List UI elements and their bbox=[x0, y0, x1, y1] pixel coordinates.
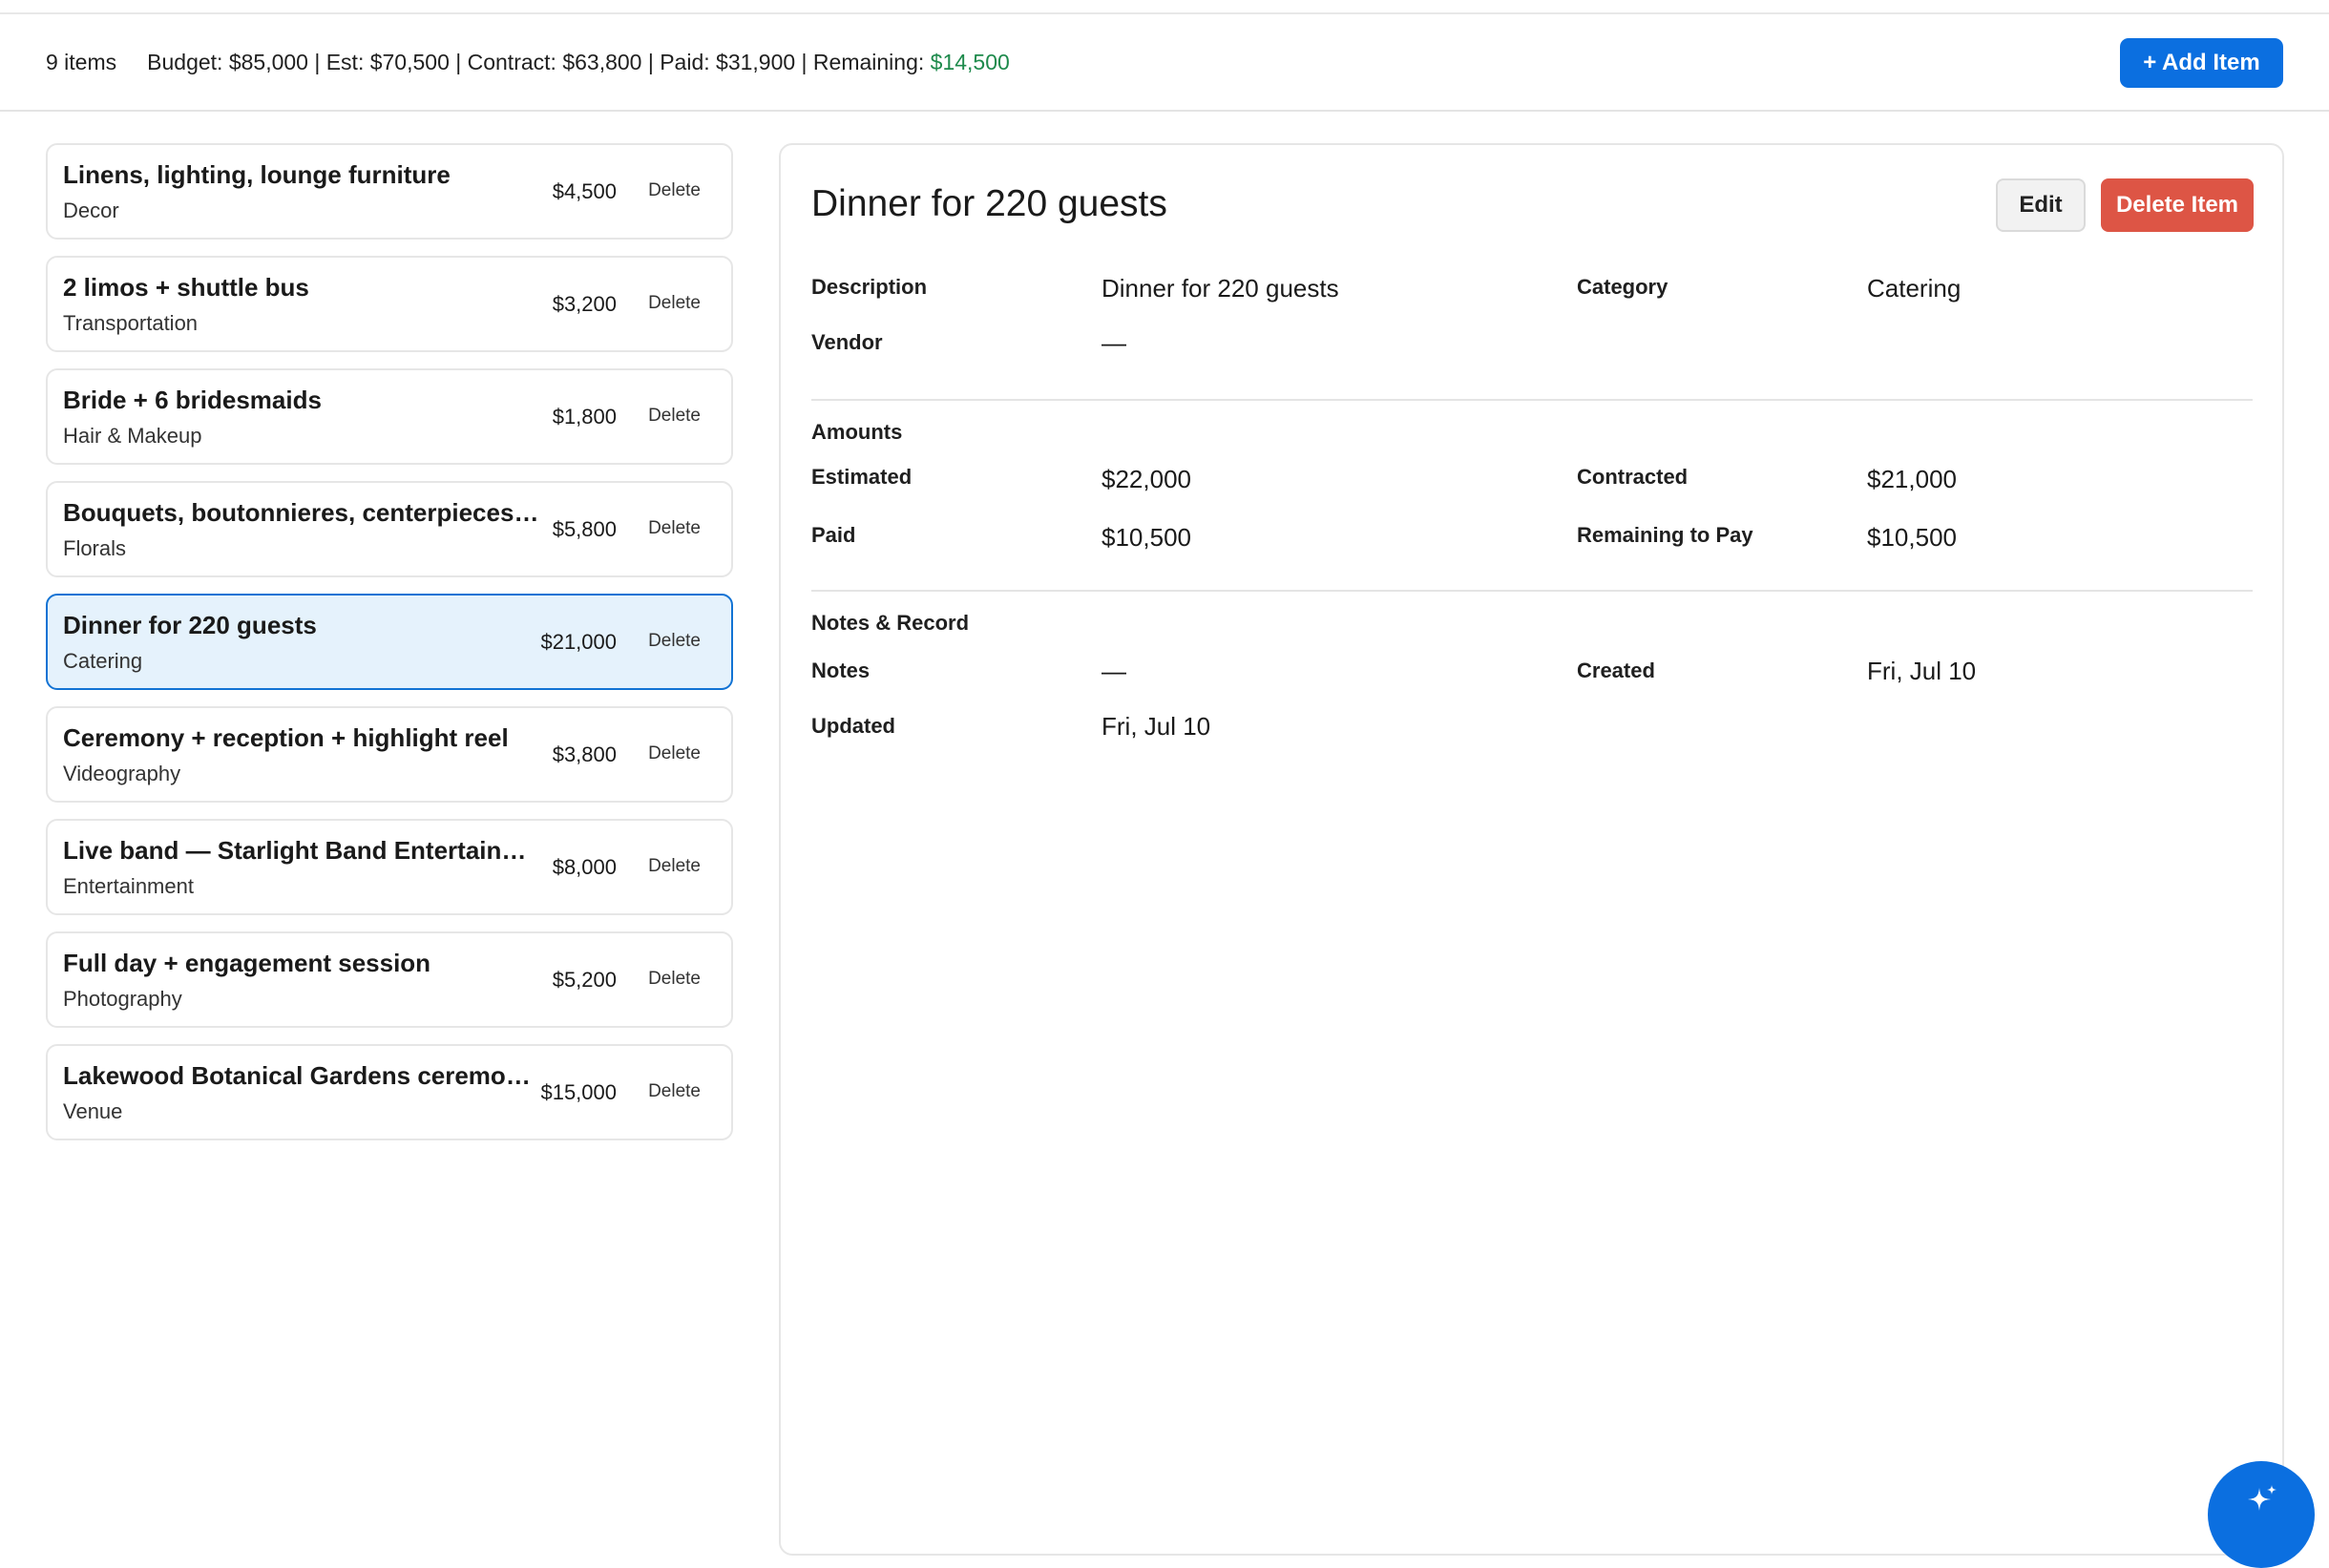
estimated-label: Estimated bbox=[811, 465, 913, 489]
contracted-value: $21,000 bbox=[1867, 465, 1957, 493]
sparkle-icon bbox=[2248, 1485, 2277, 1511]
estimated-value: $22,000 bbox=[1102, 465, 1191, 493]
section-divider bbox=[811, 590, 2253, 592]
list-item[interactable]: Bouquets, boutonnieres, centerpieces, a.… bbox=[46, 481, 733, 577]
section-divider bbox=[811, 399, 2253, 401]
list-item[interactable]: 2 limos + shuttle bus Transportation $3,… bbox=[46, 256, 733, 352]
top-divider bbox=[0, 0, 2329, 14]
detail-title: Dinner for 220 guests bbox=[811, 183, 1167, 224]
list-item[interactable]: Lakewood Botanical Gardens ceremony... V… bbox=[46, 1044, 733, 1140]
paid-value: $10,500 bbox=[1102, 523, 1191, 552]
item-title: 2 limos + shuttle bus bbox=[63, 273, 309, 302]
add-item-button[interactable]: + Add Item bbox=[2120, 38, 2283, 88]
delete-link[interactable]: Delete bbox=[648, 856, 701, 877]
notes-record-heading: Notes & Record bbox=[811, 611, 970, 635]
item-amount: $8,000 bbox=[552, 855, 617, 879]
description-label: Description bbox=[811, 275, 928, 299]
summary-bar: 9 items Budget: $85,000 | Est: $70,500 |… bbox=[0, 14, 2329, 112]
item-title: Lakewood Botanical Gardens ceremony... bbox=[63, 1061, 540, 1090]
edit-button[interactable]: Edit bbox=[1996, 178, 2086, 232]
delete-link[interactable]: Delete bbox=[648, 518, 701, 539]
category-value: Catering bbox=[1867, 274, 1962, 303]
item-category: Entertainment bbox=[63, 874, 194, 898]
item-amount: $3,800 bbox=[552, 742, 617, 766]
category-label: Category bbox=[1577, 275, 1668, 299]
notes-value: — bbox=[1102, 657, 1126, 685]
delete-link[interactable]: Delete bbox=[648, 1081, 701, 1102]
item-title: Linens, lighting, lounge furniture bbox=[63, 160, 451, 189]
item-category: Florals bbox=[63, 536, 127, 560]
item-category: Venue bbox=[63, 1099, 123, 1123]
remaining-value: $10,500 bbox=[1867, 523, 1957, 552]
item-detail-panel: Dinner for 220 guests Edit Delete Item D… bbox=[779, 143, 2284, 1556]
budget-item-list: Linens, lighting, lounge furniture Decor… bbox=[46, 143, 733, 1157]
remaining-total: $14,500 bbox=[930, 49, 1010, 74]
list-item[interactable]: Bride + 6 bridesmaids Hair & Makeup $1,8… bbox=[46, 368, 733, 465]
item-title: Bouquets, boutonnieres, centerpieces, a.… bbox=[63, 498, 540, 527]
amounts-heading: Amounts bbox=[811, 420, 903, 444]
description-value: Dinner for 220 guests bbox=[1102, 274, 1339, 303]
item-category: Hair & Makeup bbox=[63, 424, 202, 448]
item-amount: $4,500 bbox=[552, 179, 617, 203]
notes-label: Notes bbox=[811, 659, 871, 682]
item-category: Decor bbox=[63, 199, 119, 222]
paid-label: Paid bbox=[811, 523, 856, 547]
item-category: Videography bbox=[63, 762, 181, 785]
delete-link[interactable]: Delete bbox=[648, 406, 701, 427]
delete-item-button[interactable]: Delete Item bbox=[2101, 178, 2254, 232]
list-item[interactable]: Linens, lighting, lounge furniture Decor… bbox=[46, 143, 733, 240]
updated-value: Fri, Jul 10 bbox=[1102, 712, 1211, 741]
delete-link[interactable]: Delete bbox=[648, 969, 701, 990]
item-amount: $15,000 bbox=[540, 1080, 617, 1104]
item-category: Catering bbox=[63, 649, 143, 673]
delete-link[interactable]: Delete bbox=[648, 743, 701, 764]
updated-label: Updated bbox=[811, 714, 895, 738]
assistant-fab-button[interactable] bbox=[2208, 1461, 2315, 1568]
list-item[interactable]: Live band — Starlight Band Entertainment… bbox=[46, 819, 733, 915]
delete-link[interactable]: Delete bbox=[648, 631, 701, 652]
created-value: Fri, Jul 10 bbox=[1867, 657, 1977, 685]
item-title: Ceremony + reception + highlight reel bbox=[63, 723, 509, 752]
contracted-label: Contracted bbox=[1577, 465, 1689, 489]
item-title: Live band — Starlight Band Entertainment bbox=[63, 836, 540, 865]
list-item-selected[interactable]: Dinner for 220 guests Catering $21,000 D… bbox=[46, 594, 733, 690]
vendor-label: Vendor bbox=[811, 330, 883, 354]
remaining-label: Remaining to Pay bbox=[1577, 523, 1753, 547]
created-label: Created bbox=[1577, 659, 1655, 682]
item-amount: $3,200 bbox=[552, 292, 617, 316]
item-title: Bride + 6 bridesmaids bbox=[63, 386, 322, 414]
list-item[interactable]: Ceremony + reception + highlight reel Vi… bbox=[46, 706, 733, 803]
vendor-value: — bbox=[1102, 328, 1126, 357]
item-category: Transportation bbox=[63, 311, 199, 335]
item-amount: $5,200 bbox=[552, 968, 617, 992]
item-count: 9 items bbox=[46, 49, 117, 74]
list-item[interactable]: Full day + engagement session Photograph… bbox=[46, 931, 733, 1028]
delete-link[interactable]: Delete bbox=[648, 293, 701, 314]
budget-totals-text: Budget: $85,000 | Est: $70,500 | Contrac… bbox=[147, 49, 931, 74]
item-amount: $21,000 bbox=[540, 630, 617, 654]
item-title: Dinner for 220 guests bbox=[63, 611, 317, 639]
item-amount: $1,800 bbox=[552, 405, 617, 429]
item-amount: $5,800 bbox=[552, 517, 617, 541]
delete-link[interactable]: Delete bbox=[648, 180, 701, 201]
item-category: Photography bbox=[63, 987, 182, 1011]
item-title: Full day + engagement session bbox=[63, 949, 431, 977]
budget-totals: Budget: $85,000 | Est: $70,500 | Contrac… bbox=[147, 50, 1010, 75]
